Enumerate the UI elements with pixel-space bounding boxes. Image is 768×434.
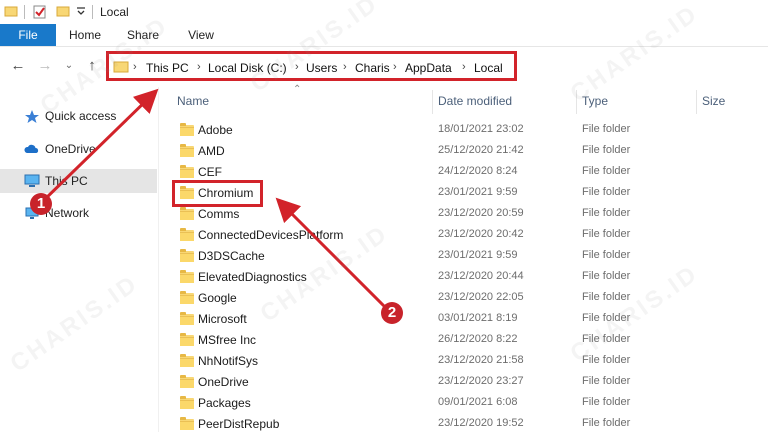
annotation-marker-2: 2 (381, 302, 403, 324)
annotation-marker-1: 1 (30, 193, 52, 215)
